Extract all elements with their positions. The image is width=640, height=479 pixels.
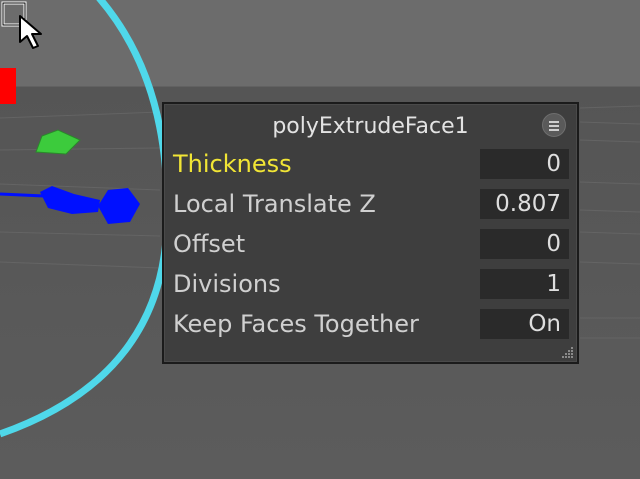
attribute-row-offset[interactable]: Offset 0 [173, 227, 569, 261]
attribute-row-divisions[interactable]: Divisions 1 [173, 267, 569, 301]
attribute-value-field[interactable]: 1 [480, 269, 569, 299]
panel-title: polyExtrudeFace1 [272, 114, 469, 139]
menu-icon[interactable] [542, 113, 566, 137]
attribute-row-thickness[interactable]: Thickness 0 [173, 147, 569, 181]
attribute-label: Thickness [173, 150, 292, 178]
attribute-label: Local Translate Z [173, 190, 376, 218]
resize-grip-icon[interactable] [560, 345, 574, 359]
manipulator-x-handle[interactable] [0, 68, 16, 104]
attribute-label: Offset [173, 230, 246, 258]
attribute-row-local-translate-z[interactable]: Local Translate Z 0.807 [173, 187, 569, 221]
attribute-label: Keep Faces Together [173, 310, 419, 338]
attribute-value-field[interactable]: 0.807 [480, 189, 569, 219]
attribute-value-field[interactable]: On [480, 309, 569, 339]
manipulator-y-handle[interactable] [35, 129, 81, 155]
attribute-value-field[interactable]: 0 [480, 149, 569, 179]
manipulator-z-handle[interactable] [98, 188, 140, 224]
attribute-value-field[interactable]: 0 [480, 229, 569, 259]
manipulator-z-axis-line [0, 192, 45, 198]
attribute-label: Divisions [173, 270, 281, 298]
manipulator-z-arrow[interactable] [40, 186, 100, 214]
in-view-editor-panel[interactable]: polyExtrudeFace1 Thickness 0 Local Trans… [162, 102, 579, 364]
attribute-row-keep-faces-together[interactable]: Keep Faces Together On [173, 307, 569, 341]
mouse-cursor-icon [1, 1, 42, 49]
manipulator-ring[interactable] [0, 0, 171, 438]
